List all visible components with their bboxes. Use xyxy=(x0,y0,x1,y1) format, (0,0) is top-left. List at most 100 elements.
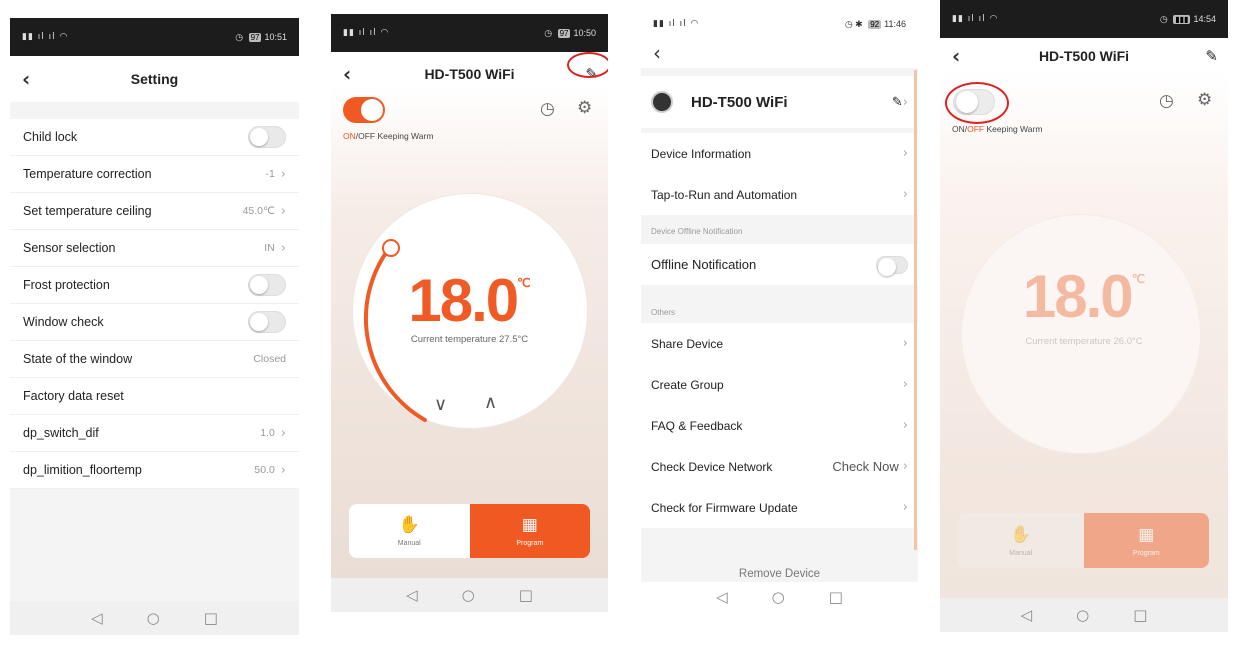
device-name-row[interactable]: HD-T500 WiFi ✎ › xyxy=(641,76,918,128)
nav-back-icon[interactable]: ◁ xyxy=(91,609,103,627)
toggle-switch[interactable] xyxy=(248,311,286,333)
power-toggle[interactable] xyxy=(343,97,385,123)
settings-row[interactable]: State of the window Closed xyxy=(10,341,299,378)
edit-pencil-icon[interactable]: ✎ xyxy=(892,95,903,110)
manual-mode-button[interactable]: ✋ Manual xyxy=(349,504,470,558)
nav-recent-icon[interactable]: □ xyxy=(519,586,533,604)
menu-row[interactable]: Create Group › xyxy=(641,364,918,405)
annotation-circle xyxy=(567,52,608,78)
back-icon[interactable]: ‹ xyxy=(343,62,351,86)
nav-home-icon[interactable]: ○ xyxy=(772,588,785,606)
nav-back-icon[interactable]: ◁ xyxy=(406,586,418,604)
menu-row-right: › xyxy=(903,336,908,351)
settings-row[interactable]: Set temperature ceiling 45.0℃ › xyxy=(10,193,299,230)
system-nav-bar: ◁ ○ □ xyxy=(331,578,608,612)
chevron-right-icon: › xyxy=(902,459,908,474)
back-icon[interactable]: ‹ xyxy=(22,67,30,91)
header: ‹ xyxy=(641,38,918,68)
menu-row[interactable]: Device Information › xyxy=(641,133,918,174)
offline-section: Offline Notification xyxy=(641,244,918,285)
nav-home-icon[interactable]: ○ xyxy=(462,586,475,604)
dial-knob xyxy=(382,239,400,257)
settings-row[interactable]: Window check xyxy=(10,304,299,341)
menu-row[interactable]: Check Device Network Check Now › xyxy=(641,446,918,487)
program-mode-button[interactable]: ▦ Program xyxy=(469,504,590,558)
toggle-switch[interactable] xyxy=(248,126,286,148)
set-temperature: 18.0℃ xyxy=(408,267,531,334)
settings-row[interactable]: Temperature correction -1 › xyxy=(10,156,299,193)
menu-row[interactable]: Share Device › xyxy=(641,323,918,364)
clock-icon[interactable]: ◷ xyxy=(1159,91,1174,111)
chevron-right-icon: › xyxy=(280,425,286,441)
manual-label: Manual xyxy=(397,540,421,547)
settings-row-label: Frost protection xyxy=(23,278,110,292)
settings-row[interactable]: Frost protection xyxy=(10,267,299,304)
power-status-label: ON/OFF Keeping Warm xyxy=(952,124,1042,134)
gear-icon[interactable]: ⚙ xyxy=(577,98,592,118)
offline-toggle[interactable] xyxy=(876,255,908,276)
set-temperature: 18.0℃ xyxy=(1022,263,1146,330)
signal-icon: ▮▮ ıl ıl ◠ xyxy=(653,19,700,29)
battery-icon: 92 xyxy=(868,19,882,29)
system-nav-bar: ◁ ○ □ xyxy=(10,601,299,635)
remove-device-button[interactable]: Remove Device xyxy=(641,568,918,580)
manual-mode-button[interactable]: ✋ Manual xyxy=(958,513,1084,568)
status-time: 10:51 xyxy=(264,31,287,42)
status-time: 10:50 xyxy=(573,27,596,38)
page-title: Setting xyxy=(130,71,179,87)
program-mode-button[interactable]: ▦ Program xyxy=(1083,513,1209,568)
status-time: 11:46 xyxy=(884,18,906,29)
menu-row-value: Check Now xyxy=(832,459,899,474)
settings-row-label: Child lock xyxy=(23,130,78,144)
off-label: OFF xyxy=(358,131,376,141)
power-status-label: ON/OFF Keeping Warm xyxy=(343,131,433,141)
header: ‹ Setting xyxy=(10,56,299,102)
back-icon[interactable]: ‹ xyxy=(952,44,960,68)
menu-row[interactable]: Tap-to-Run and Automation › xyxy=(641,174,918,215)
power-toggle[interactable] xyxy=(953,89,995,115)
program-label: Program xyxy=(516,540,544,547)
menu-row-label: Share Device xyxy=(651,336,724,351)
toggle-switch[interactable] xyxy=(248,274,286,296)
settings-row-label: State of the window xyxy=(23,352,133,366)
current-temperature: Current temperature 26.0°C xyxy=(1025,336,1143,347)
menu-row[interactable]: FAQ & Feedback › xyxy=(641,405,918,446)
nav-back-icon[interactable]: ◁ xyxy=(716,588,728,606)
temperature-dial[interactable] xyxy=(962,215,1200,453)
hand-icon: ✋ xyxy=(1010,524,1032,545)
nav-recent-icon[interactable]: □ xyxy=(204,609,218,627)
settings-row[interactable]: Sensor selection IN › xyxy=(10,230,299,267)
settings-screen: ▮▮ ıl ıl ◠ ◷ 97 10:51 ‹ Setting Child loc… xyxy=(10,18,299,635)
nav-back-icon[interactable]: ◁ xyxy=(1021,606,1033,624)
signal-icon: ▮▮ ıl ıl ◠ xyxy=(22,32,69,42)
menu-row-label: Create Group xyxy=(651,377,724,392)
status-bar: ▮▮ ıl ıl ◠ ◷ 97 10:50 xyxy=(331,14,608,52)
settings-row-label: Sensor selection xyxy=(23,241,116,255)
settings-row-label: Window check xyxy=(23,315,104,329)
status-bar: ▮▮ ıl ıl ◠ ◷ ▮▮▮ 14:54 xyxy=(940,0,1228,38)
settings-row[interactable]: Factory data reset xyxy=(10,378,299,415)
status-right: ◷ ✱ 92 11:46 xyxy=(844,18,906,29)
status-bar: ▮▮ ıl ıl ◠ ◷ 97 10:51 xyxy=(10,18,299,56)
others-section: Share Device › Create Group › FAQ & Feedback… xyxy=(641,323,918,528)
increase-arrow-icon[interactable]: ∧ xyxy=(484,392,497,413)
edit-pencil-icon[interactable]: ✎ xyxy=(1205,47,1218,65)
nav-recent-icon[interactable]: □ xyxy=(829,588,843,606)
clock-icon[interactable]: ◷ xyxy=(540,99,555,119)
nav-home-icon[interactable]: ○ xyxy=(1076,606,1089,624)
nav-home-icon[interactable]: ○ xyxy=(147,609,160,627)
nav-recent-icon[interactable]: □ xyxy=(1133,606,1147,624)
settings-row[interactable]: dp_switch_dif 1.0 › xyxy=(10,415,299,452)
value-text: 1.0 xyxy=(260,427,275,439)
settings-row[interactable]: Child lock xyxy=(10,119,299,156)
settings-row[interactable]: dp_limition_floortemp 50.0 › xyxy=(10,452,299,489)
menu-row[interactable]: Check for Firmware Update › xyxy=(641,487,918,528)
keeping-warm-label: Keeping Warm xyxy=(377,131,434,141)
decrease-arrow-icon[interactable]: ∨ xyxy=(434,394,447,415)
gear-icon[interactable]: ⚙ xyxy=(1197,90,1212,110)
scrollbar[interactable] xyxy=(914,70,917,550)
group-label-offline: Device Offline Notification xyxy=(651,227,743,236)
back-icon[interactable]: ‹ xyxy=(653,41,661,65)
group-label-others: Others xyxy=(651,308,676,317)
device-title: HD-T500 WiFi xyxy=(1038,48,1130,64)
